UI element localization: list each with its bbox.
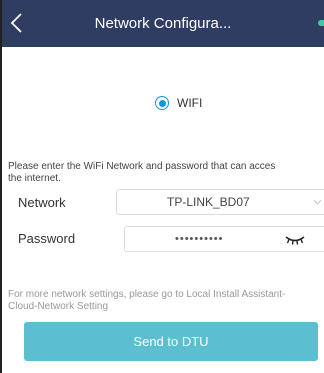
password-field[interactable]: ••••••••••: [124, 226, 324, 252]
instruction-text: Please enter the WiFi Network and passwo…: [8, 161, 276, 184]
network-configuration-screen: Network Configura... WIFI Please enter t…: [0, 0, 324, 373]
network-value: TP-LINK_BD07: [167, 195, 250, 209]
screen-border: [0, 0, 2, 373]
wifi-radio-button[interactable]: [155, 96, 169, 110]
chevron-left-icon[interactable]: [8, 11, 26, 35]
network-select[interactable]: TP-LINK_BD07: [116, 189, 324, 215]
send-to-dtu-button[interactable]: Send to DTU: [24, 322, 318, 361]
password-label: Password: [18, 231, 76, 246]
eye-closed-icon[interactable]: [284, 234, 306, 246]
more-settings-hint: For more network settings, please go to …: [8, 289, 286, 312]
page-title: Network Configura...: [94, 15, 232, 32]
network-label: Network: [18, 195, 66, 210]
wifi-label: WIFI: [177, 96, 203, 110]
password-value: ••••••••••: [175, 233, 224, 245]
radio-selected-dot: [158, 99, 166, 107]
wifi-radio-option[interactable]: WIFI: [155, 95, 202, 111]
chevron-down-icon: [313, 199, 322, 205]
header-bar: Network Configura...: [2, 0, 324, 47]
header-edge-indicator: [318, 20, 324, 26]
